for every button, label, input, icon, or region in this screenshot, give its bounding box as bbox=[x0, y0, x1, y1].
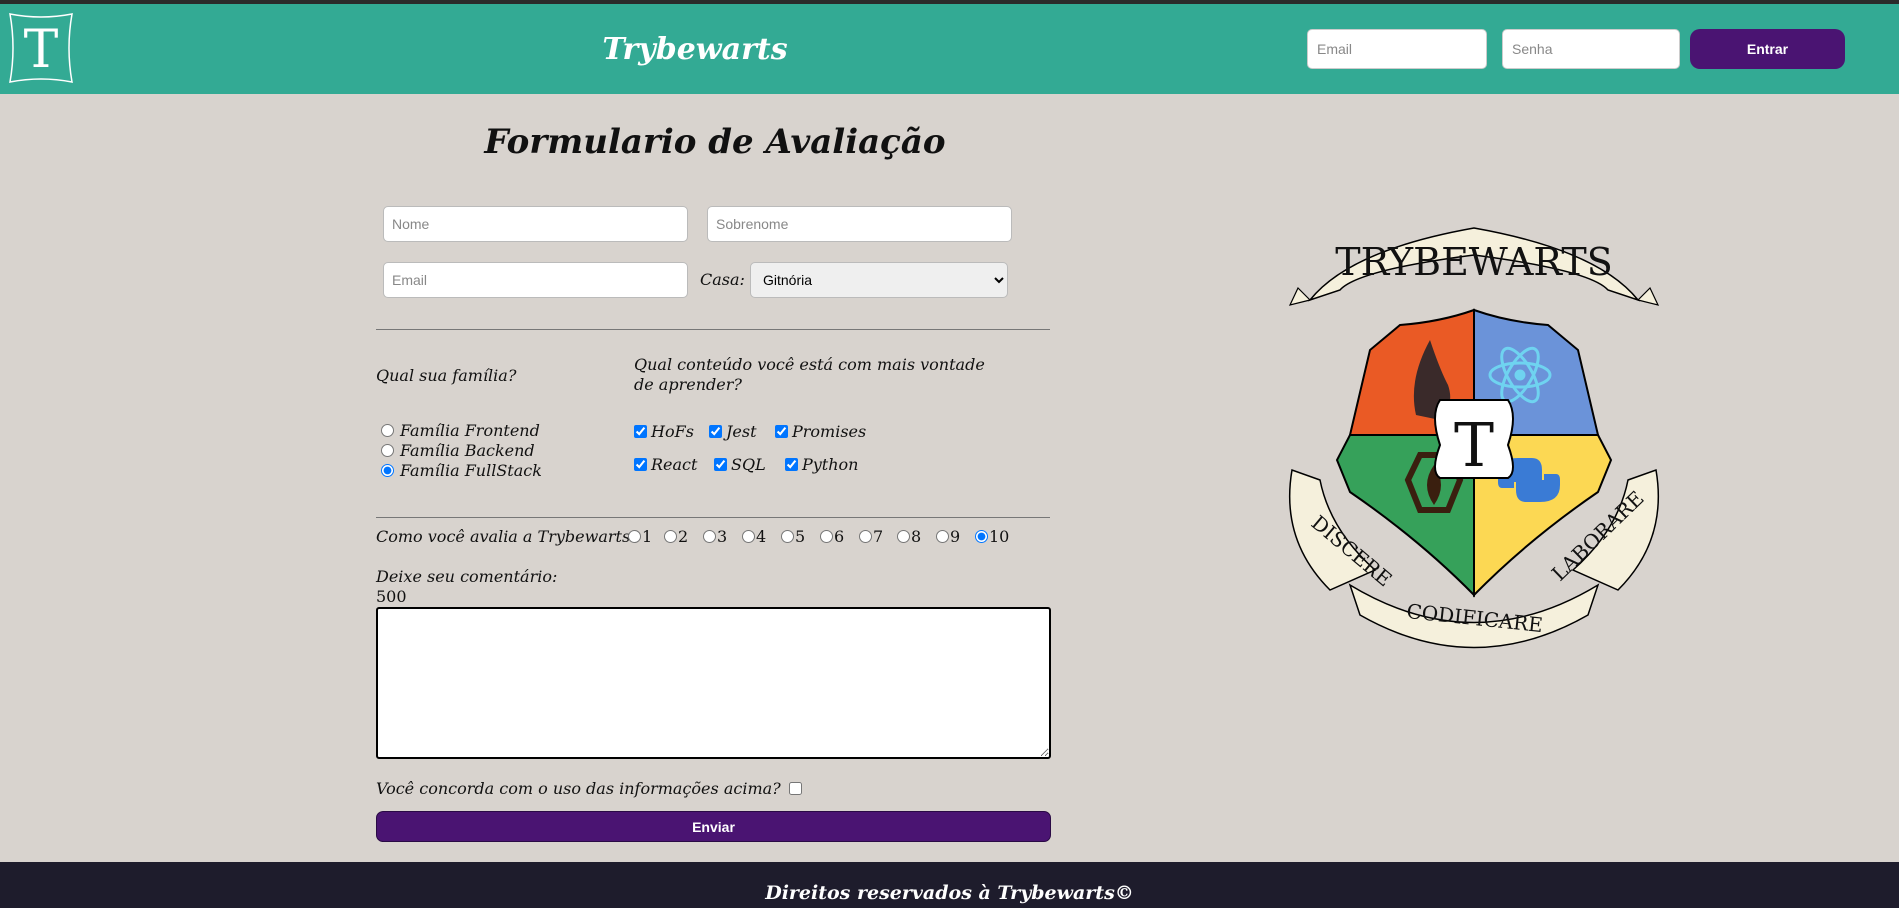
submit-button[interactable]: Enviar bbox=[376, 811, 1051, 842]
content-option-label: Jest bbox=[726, 422, 757, 441]
rating-label: 1 bbox=[642, 527, 653, 546]
rating-option-10[interactable]: 10 bbox=[975, 527, 1009, 546]
site-header: T Trybewarts Entrar bbox=[0, 4, 1899, 94]
family-radio-fullstack[interactable] bbox=[381, 464, 394, 477]
content-checkbox-hofs[interactable] bbox=[634, 425, 647, 438]
site-logo: T bbox=[4, 10, 78, 86]
rating-label: 4 bbox=[756, 527, 767, 546]
logo-letter: T bbox=[24, 20, 59, 80]
divider bbox=[376, 517, 1050, 518]
content-option-label: SQL bbox=[731, 455, 766, 474]
rating-label: 7 bbox=[873, 527, 884, 546]
rating-label: 6 bbox=[834, 527, 845, 546]
content-checkbox-python[interactable] bbox=[785, 458, 798, 471]
rating-radio[interactable] bbox=[936, 530, 949, 543]
rating-radio[interactable] bbox=[628, 530, 641, 543]
site-title: Trybewarts bbox=[602, 32, 788, 67]
agreement-label: Você concorda com o uso das informações … bbox=[376, 779, 781, 798]
first-name-input[interactable] bbox=[383, 206, 688, 242]
footer-text: Direitos reservados à Trybewarts© bbox=[765, 882, 1134, 904]
rating-option-4[interactable]: 4 bbox=[742, 527, 766, 546]
content-checkbox-promises[interactable] bbox=[775, 425, 788, 438]
rating-radio[interactable] bbox=[664, 530, 677, 543]
content-question: Qual conteúdo você está com mais vontade… bbox=[634, 355, 985, 394]
rating-option-7[interactable]: 7 bbox=[859, 527, 883, 546]
content-option-label: Python bbox=[802, 455, 859, 474]
content-option-label: HoFs bbox=[651, 422, 694, 441]
content-checkbox-sql[interactable] bbox=[714, 458, 727, 471]
family-option-backend[interactable]: Família Backend bbox=[376, 441, 535, 460]
content-option-label: React bbox=[651, 455, 698, 474]
form-title: Formulario de Avaliação bbox=[484, 122, 946, 162]
content-option-python[interactable]: Python bbox=[785, 455, 858, 474]
banner-tail-left bbox=[1288, 286, 1312, 306]
site-footer: Direitos reservados à Trybewarts© bbox=[0, 862, 1899, 908]
family-option-label: Família Frontend bbox=[400, 421, 540, 440]
logo-frame-icon: T bbox=[9, 13, 73, 83]
character-counter: 500 bbox=[376, 587, 407, 606]
login-password-input[interactable] bbox=[1502, 29, 1680, 69]
content-option-hofs[interactable]: HoFs bbox=[634, 422, 694, 441]
comment-label: Deixe seu comentário: bbox=[376, 567, 558, 586]
divider bbox=[376, 329, 1050, 330]
rating-option-8[interactable]: 8 bbox=[897, 527, 921, 546]
house-select[interactable]: Gitnória bbox=[750, 262, 1008, 298]
content-option-react[interactable]: React bbox=[634, 455, 697, 474]
rating-option-9[interactable]: 9 bbox=[936, 527, 960, 546]
content-checkbox-react[interactable] bbox=[634, 458, 647, 471]
family-option-label: Família FullStack bbox=[400, 461, 542, 480]
agreement-checkbox[interactable] bbox=[788, 782, 802, 795]
rating-question: Como você avalia a Trybewarts? bbox=[376, 527, 639, 546]
rating-option-3[interactable]: 3 bbox=[703, 527, 727, 546]
rating-radio[interactable] bbox=[703, 530, 716, 543]
crest-center-letter: T bbox=[1454, 411, 1494, 481]
family-option-fullstack[interactable]: Família FullStack bbox=[376, 461, 542, 480]
family-radio-frontend[interactable] bbox=[381, 424, 394, 437]
rating-label: 3 bbox=[717, 527, 728, 546]
family-option-frontend[interactable]: Família Frontend bbox=[376, 421, 540, 440]
rating-label: 10 bbox=[989, 527, 1010, 546]
rating-radio[interactable] bbox=[742, 530, 755, 543]
rating-radio[interactable] bbox=[781, 530, 794, 543]
rating-radio[interactable] bbox=[859, 530, 872, 543]
login-submit-button[interactable]: Entrar bbox=[1690, 29, 1845, 69]
content-option-jest[interactable]: Jest bbox=[709, 422, 757, 441]
rating-radio[interactable] bbox=[975, 530, 988, 543]
rating-radio[interactable] bbox=[820, 530, 833, 543]
family-question: Qual sua família? bbox=[376, 366, 517, 385]
family-option-label: Família Backend bbox=[400, 441, 535, 460]
content-option-promises[interactable]: Promises bbox=[775, 422, 866, 441]
content-option-label: Promises bbox=[792, 422, 867, 441]
content-checkbox-jest[interactable] bbox=[709, 425, 722, 438]
comment-textarea[interactable] bbox=[376, 607, 1051, 759]
rating-label: 5 bbox=[795, 527, 806, 546]
rating-option-1[interactable]: 1 bbox=[628, 527, 652, 546]
rating-label: 9 bbox=[950, 527, 961, 546]
trybewarts-crest: TRYBEWARTS T DISCERE CODIFICARE LABORARE bbox=[1288, 227, 1660, 649]
last-name-input[interactable] bbox=[707, 206, 1012, 242]
rating-label: 2 bbox=[678, 527, 689, 546]
banner-tail-right bbox=[1636, 286, 1660, 306]
rating-label: 8 bbox=[911, 527, 922, 546]
login-email-input[interactable] bbox=[1307, 29, 1487, 69]
house-label: Casa: bbox=[700, 270, 745, 289]
rating-option-2[interactable]: 2 bbox=[664, 527, 688, 546]
rating-radio[interactable] bbox=[897, 530, 910, 543]
rating-option-5[interactable]: 5 bbox=[781, 527, 805, 546]
content-option-sql[interactable]: SQL bbox=[714, 455, 766, 474]
family-radio-backend[interactable] bbox=[381, 444, 394, 457]
crest-title: TRYBEWARTS bbox=[1335, 240, 1612, 284]
form-email-input[interactable] bbox=[383, 262, 688, 298]
agreement-row[interactable]: Você concorda com o uso das informações … bbox=[376, 779, 802, 798]
rating-option-6[interactable]: 6 bbox=[820, 527, 844, 546]
